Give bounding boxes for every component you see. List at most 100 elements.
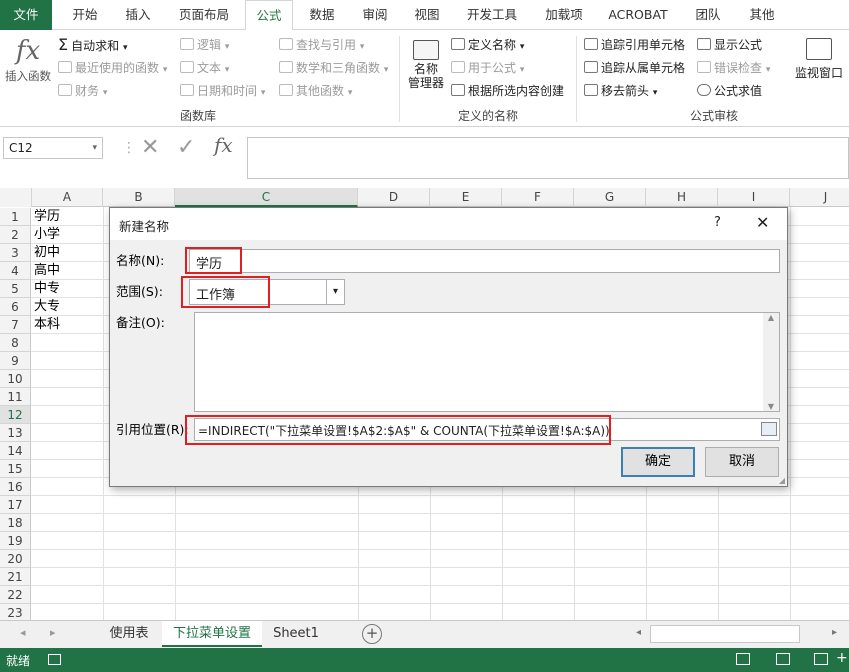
math-button[interactable]: 数学和三角函数 ▾ <box>279 58 388 78</box>
cell-a4[interactable]: 高中 <box>32 262 60 280</box>
row-header-22[interactable]: 22 <box>0 586 31 604</box>
row-header-10[interactable]: 10 <box>0 370 31 388</box>
sheet-tab-dropdown-settings[interactable]: 下拉菜单设置 <box>162 621 262 647</box>
col-header-f[interactable]: F <box>502 188 574 207</box>
page-layout-view-icon[interactable] <box>776 653 790 665</box>
trace-dependents-button[interactable]: 追踪从属单元格 <box>584 58 685 78</box>
evaluate-formula-button[interactable]: 公式求值 <box>697 81 762 101</box>
tab-addins[interactable]: 加载项 <box>536 0 592 30</box>
autosum-button[interactable]: Σ 自动求和 ▾ <box>58 35 127 55</box>
row-header-1[interactable]: 1 <box>0 208 31 226</box>
sheet-tab-sheet1[interactable]: Sheet1 <box>264 621 328 647</box>
col-header-h[interactable]: H <box>646 188 718 207</box>
tab-team[interactable]: 团队 <box>688 0 728 30</box>
row-header-2[interactable]: 2 <box>0 226 31 244</box>
tab-page-layout[interactable]: 页面布局 <box>170 0 238 30</box>
name-field[interactable]: 学历 <box>189 249 780 273</box>
cancel-button[interactable]: 取消 <box>705 447 779 477</box>
add-sheet-icon[interactable]: + <box>362 624 382 644</box>
sheet-tab-usage[interactable]: 使用表 <box>98 621 160 647</box>
insert-function-icon[interactable]: fx <box>214 133 233 157</box>
row-header-15[interactable]: 15 <box>0 460 31 478</box>
error-checking-button[interactable]: 错误检查 ▾ <box>697 58 770 78</box>
tab-view[interactable]: 视图 <box>405 0 449 30</box>
datetime-button[interactable]: 日期和时间 ▾ <box>180 81 265 101</box>
remove-arrows-button[interactable]: 移去箭头 ▾ <box>584 81 657 101</box>
horizontal-scrollbar[interactable] <box>650 625 800 643</box>
row-header-18[interactable]: 18 <box>0 514 31 532</box>
cell-a2[interactable]: 小学 <box>32 226 60 244</box>
tab-file[interactable]: 文件 <box>0 0 52 30</box>
row-header-6[interactable]: 6 <box>0 298 31 316</box>
insert-function-button[interactable]: fx 插入函数 <box>5 34 51 100</box>
hscroll-right-icon[interactable]: ▸ <box>832 627 837 638</box>
row-header-17[interactable]: 17 <box>0 496 31 514</box>
text-button[interactable]: 文本 ▾ <box>180 58 229 78</box>
row-header-4[interactable]: 4 <box>0 262 31 280</box>
col-header-b[interactable]: B <box>103 188 175 207</box>
tab-developer[interactable]: 开发工具 <box>458 0 526 30</box>
name-box[interactable]: C12 ▾ <box>3 137 103 159</box>
cancel-icon[interactable]: ✕ <box>141 135 159 160</box>
col-header-a[interactable]: A <box>32 188 103 207</box>
macro-record-icon[interactable] <box>48 654 61 665</box>
row-header-7[interactable]: 7 <box>0 316 31 334</box>
scroll-left-icon[interactable]: ◂ <box>20 626 26 639</box>
row-header-14[interactable]: 14 <box>0 442 31 460</box>
tab-home[interactable]: 开始 <box>62 0 108 30</box>
define-name-button[interactable]: 定义名称 ▾ <box>451 35 524 55</box>
cell-a5[interactable]: 中专 <box>32 280 60 298</box>
vertical-scrollbar[interactable]: ▲ ▼ <box>763 313 779 411</box>
row-header-3[interactable]: 3 <box>0 244 31 262</box>
logical-button[interactable]: 逻辑 ▾ <box>180 35 229 55</box>
row-header-13[interactable]: 13 <box>0 424 31 442</box>
create-from-selection-button[interactable]: 根据所选内容创建 <box>451 81 564 101</box>
scroll-right-icon[interactable]: ▸ <box>50 626 56 639</box>
scroll-up-icon[interactable]: ▲ <box>763 313 779 322</box>
row-header-19[interactable]: 19 <box>0 532 31 550</box>
row-header-8[interactable]: 8 <box>0 334 31 352</box>
lookup-button[interactable]: 查找与引用 ▾ <box>279 35 364 55</box>
tab-review[interactable]: 审阅 <box>353 0 397 30</box>
collapse-dialog-icon[interactable] <box>761 422 777 436</box>
close-icon[interactable]: ✕ <box>756 213 769 232</box>
ok-button[interactable]: 确定 <box>621 447 695 477</box>
row-header-12[interactable]: 12 <box>0 406 31 424</box>
tab-insert[interactable]: 插入 <box>115 0 161 30</box>
show-formulas-button[interactable]: 显示公式 <box>697 35 762 55</box>
row-header-11[interactable]: 11 <box>0 388 31 406</box>
chevron-down-icon[interactable]: ▾ <box>326 280 344 304</box>
row-header-20[interactable]: 20 <box>0 550 31 568</box>
zoom-in-icon[interactable]: + <box>836 650 848 666</box>
page-break-view-icon[interactable] <box>814 653 828 665</box>
select-all-corner[interactable] <box>0 188 32 207</box>
formula-input[interactable] <box>247 137 849 179</box>
col-header-g[interactable]: G <box>574 188 646 207</box>
hscroll-left-icon[interactable]: ◂ <box>636 627 641 638</box>
row-header-16[interactable]: 16 <box>0 478 31 496</box>
recent-functions-button[interactable]: 最近使用的函数 ▾ <box>58 58 167 78</box>
watch-window-button[interactable]: 监视窗口 <box>792 36 846 102</box>
cell-a3[interactable]: 初中 <box>32 244 60 262</box>
trace-precedents-button[interactable]: 追踪引用单元格 <box>584 35 685 55</box>
row-header-21[interactable]: 21 <box>0 568 31 586</box>
col-header-e[interactable]: E <box>430 188 502 207</box>
use-in-formula-button[interactable]: 用于公式 ▾ <box>451 58 524 78</box>
normal-view-icon[interactable] <box>736 653 750 665</box>
cell-a7[interactable]: 本科 <box>32 316 60 334</box>
cell-a6[interactable]: 大专 <box>32 298 60 316</box>
col-header-c[interactable]: C <box>175 188 358 207</box>
help-icon[interactable]: ? <box>714 215 721 230</box>
row-header-9[interactable]: 9 <box>0 352 31 370</box>
col-header-d[interactable]: D <box>358 188 430 207</box>
resize-grip-icon[interactable]: ◢ <box>779 476 785 485</box>
more-functions-button[interactable]: 其他函数 ▾ <box>279 81 352 101</box>
comment-textarea[interactable]: ▲ ▼ <box>194 312 780 412</box>
enter-icon[interactable]: ✓ <box>177 135 195 160</box>
tab-formulas[interactable]: 公式 <box>245 0 293 31</box>
cell-a1[interactable]: 学历 <box>32 208 60 226</box>
tab-data[interactable]: 数据 <box>300 0 344 30</box>
tab-other[interactable]: 其他 <box>740 0 784 30</box>
financial-button[interactable]: 财务 ▾ <box>58 81 107 101</box>
tab-acrobat[interactable]: ACROBAT <box>600 0 676 30</box>
